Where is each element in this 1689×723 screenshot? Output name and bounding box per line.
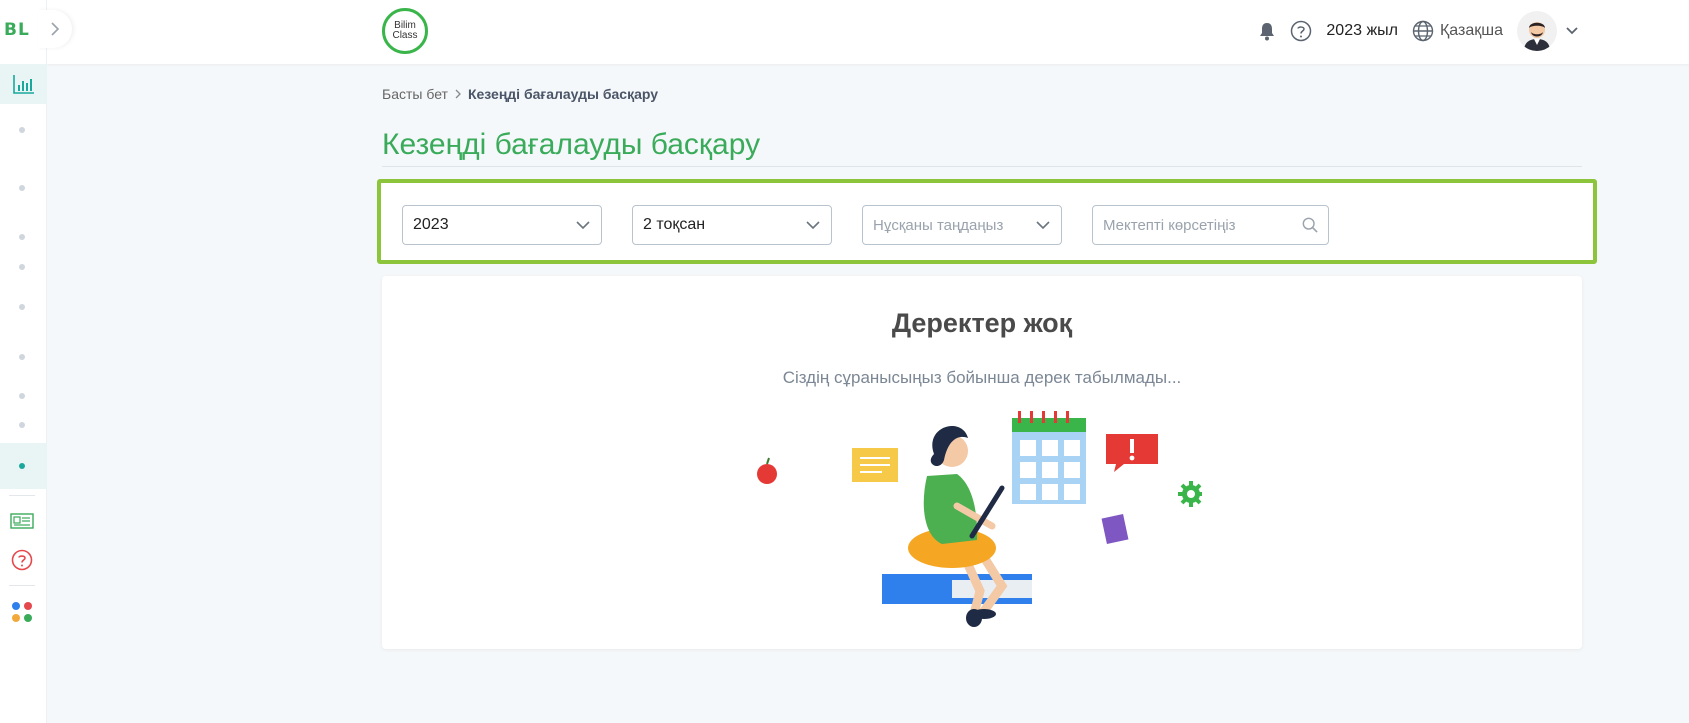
quarter-select[interactable]: 2 тоқсан	[632, 205, 832, 245]
language-label: Қазақша	[1439, 22, 1503, 39]
header-actions: 2023 жыл Қазақша	[1244, 11, 1579, 51]
brand-line-2: Class	[392, 30, 418, 41]
sidebar-item[interactable]	[19, 234, 25, 240]
sidebar-item-active[interactable]	[0, 443, 47, 489]
empty-state-card: Деректер жоқ Сіздің сұранысыңыз бойынша …	[382, 276, 1582, 649]
note-icon	[852, 448, 898, 482]
sidebar-item[interactable]	[19, 354, 25, 360]
page-title: Кезеңді бағалауды басқару	[382, 128, 761, 161]
sidebar-item-dashboard[interactable]	[0, 64, 47, 104]
quarter-select-value: 2 тоқсан	[643, 216, 706, 233]
chevron-down-icon	[1566, 27, 1578, 35]
help-button[interactable]	[1290, 20, 1312, 42]
newspaper-icon	[10, 513, 34, 529]
language-selector[interactable]: Қазақша	[1412, 20, 1503, 42]
sidebar: BL	[0, 0, 72, 723]
year-select[interactable]: 2023	[402, 205, 602, 245]
chevron-down-icon	[1036, 221, 1050, 230]
sidebar-item-help[interactable]	[9, 549, 35, 571]
globe-icon	[1412, 20, 1434, 42]
chevron-down-icon	[806, 221, 820, 230]
sidebar-divider	[9, 495, 35, 496]
chevron-right-icon	[51, 22, 60, 36]
calendar-icon	[1012, 411, 1086, 504]
sidebar-item-dot	[19, 463, 25, 469]
sidebar-item[interactable]	[19, 185, 25, 191]
notifications-button[interactable]	[1258, 21, 1276, 41]
breadcrumb-home[interactable]: Басты бет	[382, 86, 448, 102]
breadcrumb-current: Кезеңді бағалауды басқару	[467, 86, 659, 102]
sidebar-item-news[interactable]	[9, 512, 35, 530]
year-select-value: 2023	[413, 216, 449, 233]
sidebar-item[interactable]	[19, 304, 25, 310]
profile-menu-toggle[interactable]	[1565, 26, 1579, 36]
school-search-input[interactable]	[1103, 216, 1302, 234]
sidebar-item[interactable]	[19, 393, 25, 399]
help-circle-icon	[1291, 20, 1312, 42]
empty-state-subtitle: Сіздің сұранысыңыз бойынша дерек табылма…	[782, 368, 1182, 387]
title-divider	[382, 166, 1582, 167]
user-avatar-icon	[1524, 22, 1550, 51]
sidebar-item[interactable]	[19, 264, 25, 270]
sidebar-item[interactable]	[19, 127, 25, 133]
chevron-down-icon	[576, 221, 590, 230]
year-selector[interactable]: 2023 жыл	[1326, 22, 1398, 40]
sidebar-logo: BL	[4, 20, 30, 40]
apple-icon	[757, 457, 777, 484]
top-header: Bilim Class 2023 жыл Қазақша	[47, 0, 1689, 64]
school-search	[1092, 205, 1329, 245]
chevron-right-icon	[455, 89, 461, 99]
brand-logo[interactable]: Bilim Class	[382, 8, 428, 54]
avatar[interactable]	[1517, 11, 1557, 51]
filter-panel: 2023 2 тоқсан Нұсқаны таңдаңыз	[377, 179, 1597, 264]
variant-select[interactable]: Нұсқаны таңдаңыз	[862, 205, 1062, 245]
variant-select-placeholder: Нұсқаны таңдаңыз	[873, 216, 1004, 234]
search-icon[interactable]	[1302, 216, 1318, 234]
help-circle-icon	[11, 549, 33, 571]
book-icon	[1101, 513, 1129, 545]
bell-icon	[1260, 23, 1275, 41]
sidebar-item-apps[interactable]	[9, 600, 35, 624]
books-stack-icon	[882, 574, 1032, 604]
empty-state-title: Деректер жоқ	[891, 308, 1073, 338]
apps-grid-icon	[12, 602, 32, 622]
bar-chart-icon	[12, 75, 34, 94]
alert-bubble-icon	[1106, 434, 1158, 472]
breadcrumb: Басты бет Кезеңді бағалауды басқару	[382, 86, 658, 102]
sidebar-divider	[9, 585, 35, 586]
gear-icon	[1178, 481, 1202, 507]
empty-state-illustration	[757, 411, 1202, 627]
sidebar-item[interactable]	[19, 422, 25, 428]
